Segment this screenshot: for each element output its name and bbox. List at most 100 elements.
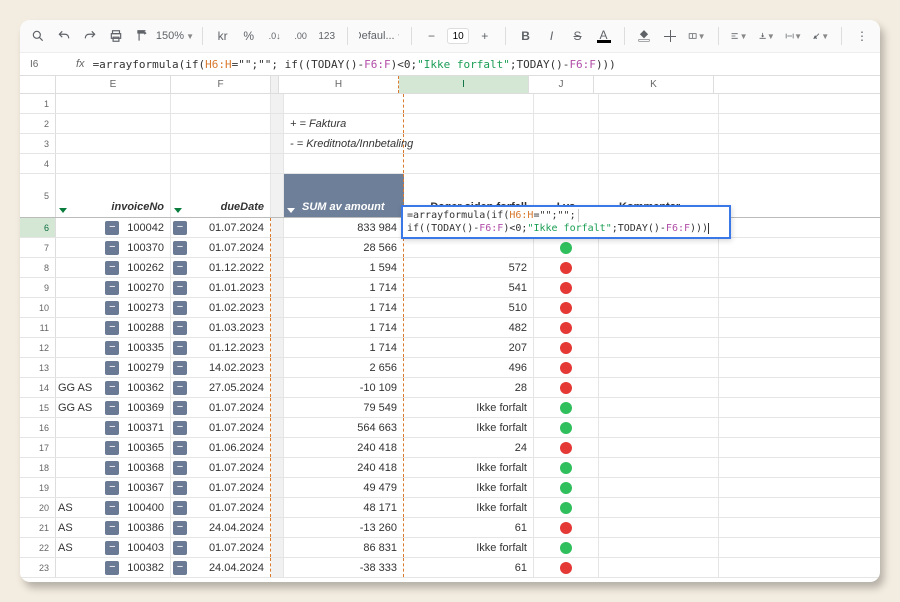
- cell-invoiceno[interactable]: − 100262: [56, 258, 171, 277]
- cell-light[interactable]: [534, 258, 599, 277]
- undo-icon[interactable]: [56, 26, 72, 46]
- sheet-grid[interactable]: E F H I J K 1 2: [20, 76, 880, 582]
- cell-duedate[interactable]: − 01.07.2024: [171, 398, 271, 417]
- header-duedate[interactable]: dueDate: [171, 174, 271, 217]
- cell-invoiceno[interactable]: AS − 100400: [56, 498, 171, 517]
- row-number[interactable]: 14: [20, 378, 56, 397]
- increase-font-button[interactable]: +: [477, 26, 493, 46]
- cell-comment[interactable]: [599, 398, 719, 417]
- cell-light[interactable]: [534, 318, 599, 337]
- cell-amount[interactable]: 240 418: [284, 438, 404, 457]
- fill-color-button[interactable]: [636, 26, 652, 46]
- collapse-button-icon[interactable]: −: [105, 461, 119, 475]
- row-number[interactable]: 10: [20, 298, 56, 317]
- cell-light[interactable]: [534, 498, 599, 517]
- cell-comment[interactable]: [599, 518, 719, 537]
- cell-days[interactable]: 28: [404, 378, 534, 397]
- percent-button[interactable]: %: [241, 26, 257, 46]
- row-number[interactable]: 18: [20, 458, 56, 477]
- cell-comment[interactable]: [599, 438, 719, 457]
- col-header-i[interactable]: I: [399, 76, 529, 93]
- cell-duedate[interactable]: − 24.04.2024: [171, 518, 271, 537]
- row-number[interactable]: 20: [20, 498, 56, 517]
- currency-button[interactable]: kr: [215, 26, 231, 46]
- zoom-dropdown[interactable]: 150% ▼: [160, 26, 190, 46]
- cell-light[interactable]: [534, 398, 599, 417]
- collapse-button-icon[interactable]: −: [173, 361, 187, 375]
- cell-duedate[interactable]: − 01.12.2022: [171, 258, 271, 277]
- cell-invoiceno[interactable]: − 100270: [56, 278, 171, 297]
- cell-light[interactable]: [534, 418, 599, 437]
- row-number[interactable]: 9: [20, 278, 56, 297]
- cell-invoiceno[interactable]: − 100367: [56, 478, 171, 497]
- cell-days[interactable]: 24: [404, 438, 534, 457]
- collapse-button-icon[interactable]: −: [173, 341, 187, 355]
- cell-amount[interactable]: -10 109: [284, 378, 404, 397]
- collapse-button-icon[interactable]: −: [105, 221, 119, 235]
- cell-duedate[interactable]: − 01.01.2023: [171, 278, 271, 297]
- row-number[interactable]: 5: [20, 174, 56, 217]
- cell-amount[interactable]: 2 656: [284, 358, 404, 377]
- cell-light[interactable]: [534, 278, 599, 297]
- cell-duedate[interactable]: − 01.07.2024: [171, 478, 271, 497]
- cell-days[interactable]: 510: [404, 298, 534, 317]
- collapse-button-icon[interactable]: −: [105, 341, 119, 355]
- cell-amount[interactable]: 86 831: [284, 538, 404, 557]
- cell-comment[interactable]: [599, 538, 719, 557]
- collapse-button-icon[interactable]: −: [173, 241, 187, 255]
- collapse-button-icon[interactable]: −: [173, 421, 187, 435]
- collapse-button-icon[interactable]: −: [173, 441, 187, 455]
- cell-duedate[interactable]: − 27.05.2024: [171, 378, 271, 397]
- col-header-j[interactable]: J: [529, 76, 594, 93]
- cell-duedate[interactable]: − 01.07.2024: [171, 218, 271, 237]
- cell-days[interactable]: 496: [404, 358, 534, 377]
- cell-light[interactable]: [534, 338, 599, 357]
- cell-invoiceno[interactable]: − 100042: [56, 218, 171, 237]
- cell-light[interactable]: [534, 458, 599, 477]
- collapse-button-icon[interactable]: −: [173, 541, 187, 555]
- cell-amount[interactable]: 1 714: [284, 338, 404, 357]
- col-header-h[interactable]: H: [279, 76, 399, 93]
- cell-days[interactable]: 572: [404, 258, 534, 277]
- cell-invoiceno[interactable]: AS − 100403: [56, 538, 171, 557]
- cell-amount[interactable]: 1 714: [284, 298, 404, 317]
- row-number[interactable]: 3: [20, 134, 56, 153]
- wrap-button[interactable]: ▼: [785, 26, 802, 46]
- cell-invoiceno[interactable]: − 100365: [56, 438, 171, 457]
- col-header-f[interactable]: F: [171, 76, 271, 93]
- cell-comment[interactable]: [599, 298, 719, 317]
- cell-comment[interactable]: [599, 278, 719, 297]
- collapse-button-icon[interactable]: −: [173, 301, 187, 315]
- merge-button[interactable]: ▼: [688, 26, 705, 46]
- collapse-button-icon[interactable]: −: [173, 561, 187, 575]
- collapse-button-icon[interactable]: −: [105, 521, 119, 535]
- print-icon[interactable]: [108, 26, 124, 46]
- row-number[interactable]: 8: [20, 258, 56, 277]
- cell-days[interactable]: Ikke forfalt: [404, 498, 534, 517]
- collapse-button-icon[interactable]: −: [173, 321, 187, 335]
- filter-icon[interactable]: [59, 208, 67, 213]
- cell-light[interactable]: [534, 238, 599, 257]
- collapse-button-icon[interactable]: −: [173, 481, 187, 495]
- cell-amount[interactable]: 833 984: [284, 218, 404, 237]
- cell-invoiceno[interactable]: AS − 100386: [56, 518, 171, 537]
- cell-duedate[interactable]: − 24.04.2024: [171, 558, 271, 577]
- cell-days[interactable]: 541: [404, 278, 534, 297]
- cell-duedate[interactable]: − 01.07.2024: [171, 498, 271, 517]
- decrease-font-button[interactable]: −: [424, 26, 440, 46]
- cell-days[interactable]: 61: [404, 558, 534, 577]
- cell-invoiceno[interactable]: − 100370: [56, 238, 171, 257]
- collapse-button-icon[interactable]: −: [105, 481, 119, 495]
- cell-days[interactable]: Ikke forfalt: [404, 418, 534, 437]
- cell-comment[interactable]: [599, 238, 719, 257]
- cell-comment[interactable]: [599, 318, 719, 337]
- collapse-button-icon[interactable]: −: [105, 321, 119, 335]
- collapse-button-icon[interactable]: −: [105, 241, 119, 255]
- more-icon[interactable]: ⋮: [854, 26, 870, 46]
- cell-comment[interactable]: [599, 478, 719, 497]
- cell-days[interactable]: Ikke forfalt: [404, 398, 534, 417]
- cell-duedate[interactable]: − 01.03.2023: [171, 318, 271, 337]
- cell-formula-editor[interactable]: =arrayformula(if(H6:H="";""; if((TODAY()…: [401, 205, 731, 239]
- cell-duedate[interactable]: − 01.07.2024: [171, 458, 271, 477]
- v-align-button[interactable]: ▼: [758, 26, 775, 46]
